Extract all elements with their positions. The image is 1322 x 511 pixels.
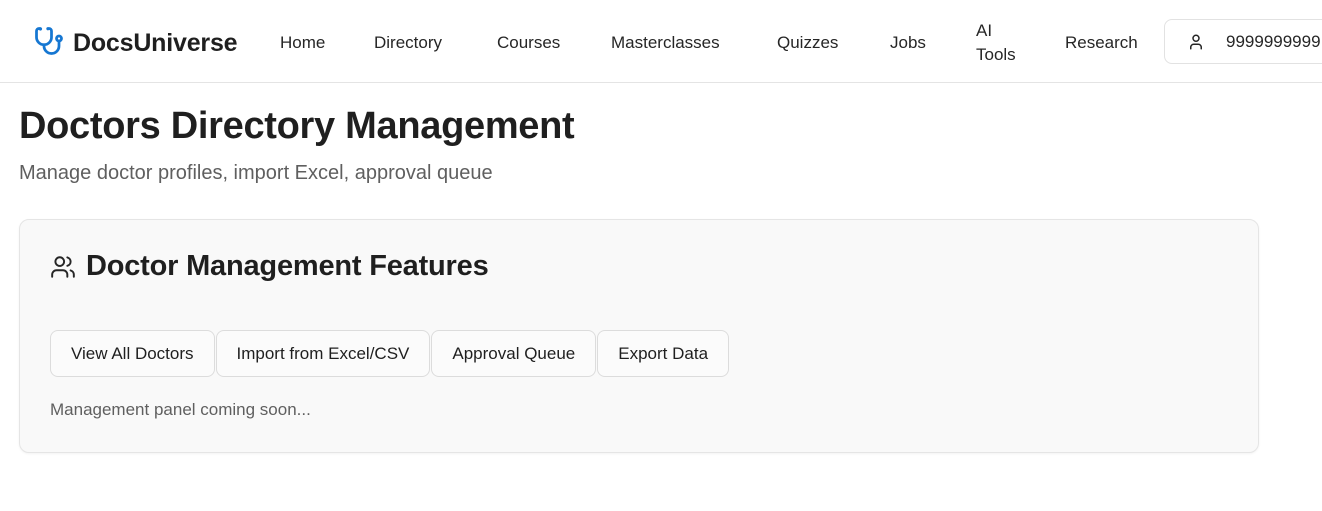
top-navbar: DocsUniverse Home Directory Courses Mast… (0, 0, 1322, 83)
import-excel-csv-button[interactable]: Import from Excel/CSV (215, 330, 431, 377)
action-buttons: View All Doctors Import from Excel/CSV A… (50, 330, 730, 377)
user-account-button[interactable]: 9999999999 (1164, 19, 1322, 64)
nav-link-ai-tools[interactable]: AI Tools (976, 19, 1026, 67)
nav-link-jobs[interactable]: Jobs (890, 33, 926, 53)
doctor-management-card: Doctor Management Features View All Doct… (19, 219, 1259, 453)
nav-link-ai-tools-line2: Tools (976, 45, 1016, 64)
approval-queue-button[interactable]: Approval Queue (431, 330, 597, 377)
nav-link-directory[interactable]: Directory (374, 33, 442, 53)
export-data-button[interactable]: Export Data (597, 330, 730, 377)
nav-link-masterclasses[interactable]: Masterclasses (611, 33, 720, 53)
card-title: Doctor Management Features (86, 250, 489, 282)
nav-link-research[interactable]: Research (1065, 33, 1138, 53)
view-all-doctors-button[interactable]: View All Doctors (50, 330, 215, 377)
coming-soon-note: Management panel coming soon... (50, 400, 311, 419)
user-phone-label: 9999999999 (1226, 31, 1321, 51)
users-icon (51, 255, 75, 278)
page-subtitle: Manage doctor profiles, import Excel, ap… (19, 162, 493, 184)
nav-link-home[interactable]: Home (280, 33, 325, 53)
nav-link-ai-tools-line1: AI (976, 21, 993, 40)
brand-logo[interactable]: DocsUniverse (34, 26, 238, 61)
brand-name: DocsUniverse (73, 29, 238, 57)
stethoscope-icon (34, 26, 64, 61)
nav-link-courses[interactable]: Courses (497, 33, 560, 53)
card-header: Doctor Management Features (50, 250, 489, 283)
nav-link-quizzes[interactable]: Quizzes (777, 33, 838, 53)
page-title: Doctors Directory Management (19, 105, 575, 147)
user-icon (1190, 34, 1202, 49)
